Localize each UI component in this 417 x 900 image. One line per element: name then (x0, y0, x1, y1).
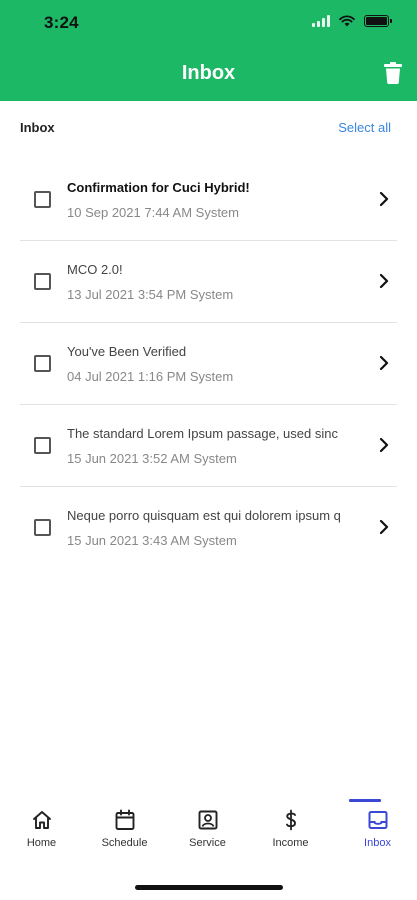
tab-label: Home (26, 837, 57, 849)
message-checkbox[interactable] (34, 273, 51, 290)
chevron-right-icon (379, 437, 389, 453)
tab-service[interactable]: Service (166, 798, 249, 860)
status-bar: 3:24 (0, 0, 417, 46)
portrait-icon (198, 810, 217, 830)
list-item[interactable]: Confirmation for Cuci Hybrid! 10 Sep 202… (20, 159, 397, 241)
home-indicator[interactable] (135, 885, 283, 890)
tab-income[interactable]: Income (249, 798, 332, 860)
tab-label: Inbox (364, 837, 391, 849)
inbox-icon (368, 811, 387, 829)
list-item[interactable]: Neque porro quisquam est qui dolorem ips… (20, 487, 397, 569)
message-checkbox[interactable] (34, 437, 51, 454)
battery-icon (364, 15, 392, 27)
message-title: Confirmation for Cuci Hybrid! (67, 180, 250, 195)
message-meta: 15 Jun 2021 3:43 AM System (67, 533, 237, 548)
bottom-tab-bar: Home Schedule Service Income Inbox (0, 798, 417, 860)
home-icon (32, 811, 51, 829)
app-header: 3:24 Inbox (0, 0, 417, 101)
tab-inbox[interactable]: Inbox (336, 798, 417, 860)
list-item[interactable]: You've Been Verified 04 Jul 2021 1:16 PM… (20, 323, 397, 405)
message-title: MCO 2.0! (67, 262, 123, 277)
message-title: Neque porro quisquam est qui dolorem ips… (67, 508, 341, 523)
section-label: Inbox (20, 120, 55, 135)
message-title: You've Been Verified (67, 344, 187, 359)
tab-label: Income (272, 837, 309, 849)
message-meta: 04 Jul 2021 1:16 PM System (67, 369, 234, 384)
chevron-right-icon (379, 191, 389, 207)
message-checkbox[interactable] (34, 355, 51, 372)
dollar-icon (285, 809, 296, 831)
signal-icon (312, 15, 330, 27)
chevron-right-icon (379, 355, 389, 371)
tab-home[interactable]: Home (0, 798, 83, 860)
message-checkbox[interactable] (34, 191, 51, 208)
page-title: Inbox (181, 62, 236, 84)
wifi-icon (339, 15, 355, 27)
chevron-right-icon (379, 519, 389, 535)
status-time: 3:24 (44, 13, 79, 32)
message-checkbox[interactable] (34, 519, 51, 536)
chevron-right-icon (379, 273, 389, 289)
active-tab-indicator (349, 799, 381, 802)
message-meta: 15 Jun 2021 3:52 AM System (67, 451, 237, 466)
list-item[interactable]: MCO 2.0! 13 Jul 2021 3:54 PM System (20, 241, 397, 323)
status-icons (312, 15, 392, 27)
calendar-icon (115, 809, 134, 830)
message-list: Confirmation for Cuci Hybrid! 10 Sep 202… (20, 159, 397, 569)
select-all-button[interactable]: Select all (338, 120, 391, 135)
trash-icon[interactable] (383, 62, 403, 84)
tab-label: Schedule (101, 837, 148, 849)
message-meta: 13 Jul 2021 3:54 PM System (67, 287, 234, 302)
message-meta: 10 Sep 2021 7:44 AM System (67, 205, 239, 220)
message-title: The standard Lorem Ipsum passage, used s… (67, 426, 338, 441)
inbox-toolbar: Inbox Select all (0, 116, 417, 140)
tab-schedule[interactable]: Schedule (83, 798, 166, 860)
list-item[interactable]: The standard Lorem Ipsum passage, used s… (20, 405, 397, 487)
tab-label: Service (189, 837, 226, 849)
